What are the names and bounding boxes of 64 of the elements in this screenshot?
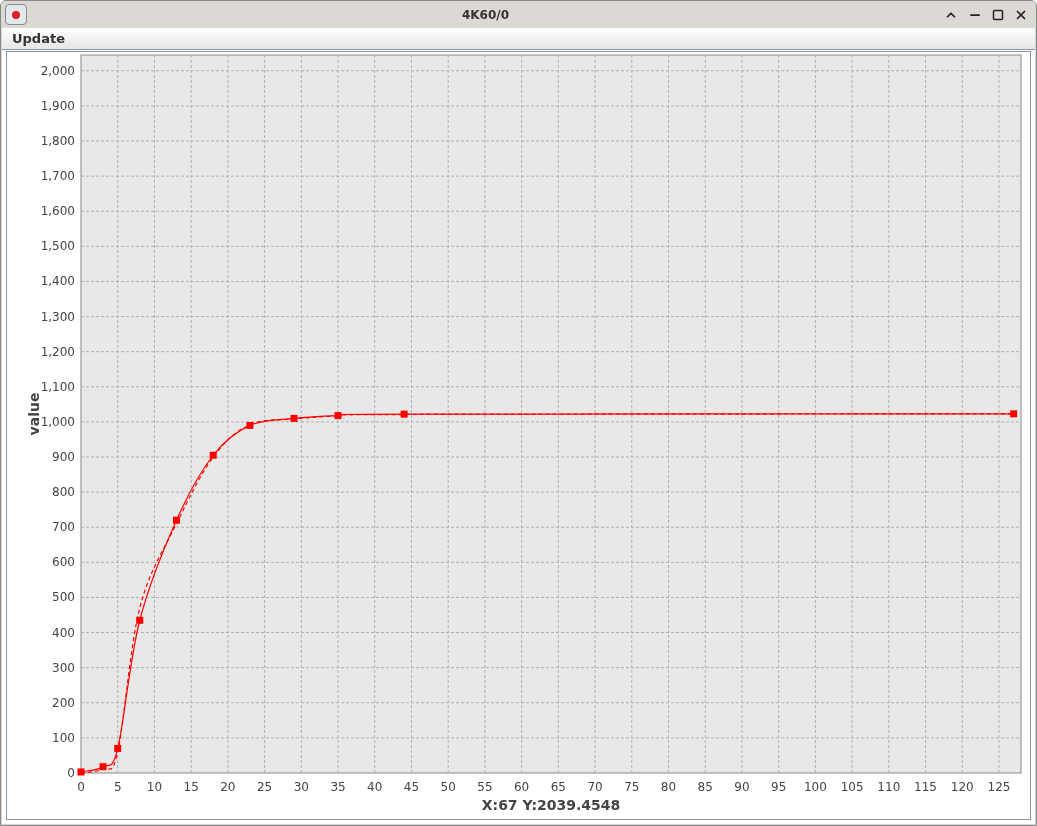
x-tick-label: 65 xyxy=(550,780,566,794)
y-tick-label: 1,000 xyxy=(40,414,75,429)
y-tick-label: 600 xyxy=(52,555,75,570)
y-tick-label: 800 xyxy=(52,485,75,500)
y-tick-label: 400 xyxy=(52,625,75,640)
x-tick-label: 110 xyxy=(877,780,901,794)
x-tick-label: 80 xyxy=(660,780,677,794)
y-tick-label: 700 xyxy=(52,520,75,535)
data-point-marker xyxy=(290,414,298,422)
cursor-coordinates: X:67 Y:2039.4548 xyxy=(481,797,621,813)
x-tick-label: 85 xyxy=(697,780,713,794)
y-tick-label: 0 xyxy=(67,766,75,780)
y-axis-label: value xyxy=(26,392,42,436)
data-point-marker xyxy=(400,410,408,418)
x-tick-label: 50 xyxy=(440,780,456,794)
data-point-marker xyxy=(334,412,342,420)
y-tick-label: 100 xyxy=(52,730,75,745)
x-tick-label: 100 xyxy=(803,780,827,794)
x-tick-label: 115 xyxy=(914,780,937,794)
x-tick-label: 125 xyxy=(987,780,1011,794)
data-point-marker xyxy=(1010,410,1018,418)
y-tick-label: 900 xyxy=(52,450,75,464)
y-tick-label: 500 xyxy=(52,590,75,605)
y-tick-label: 300 xyxy=(52,660,75,675)
x-tick-label: 55 xyxy=(477,780,493,794)
x-tick-label: 95 xyxy=(771,780,787,794)
x-tick-label: 70 xyxy=(587,780,603,794)
data-point-marker xyxy=(136,616,144,624)
data-point-marker xyxy=(246,421,254,429)
x-tick-label: 10 xyxy=(146,780,163,794)
y-tick-label: 1,400 xyxy=(40,274,75,289)
x-tick-label: 0 xyxy=(77,780,85,794)
x-tick-label: 25 xyxy=(256,780,273,794)
x-tick-label: 15 xyxy=(183,780,199,794)
y-tick-label: 1,800 xyxy=(40,134,75,148)
x-tick-label: 30 xyxy=(293,780,309,794)
y-tick-label: 1,200 xyxy=(40,344,75,359)
y-tick-label: 2,000 xyxy=(40,63,75,78)
x-tick-label: 45 xyxy=(403,780,420,794)
x-tick-label: 5 xyxy=(113,780,122,794)
app-icon xyxy=(5,4,27,25)
y-tick-label: 200 xyxy=(52,695,75,710)
data-point-marker xyxy=(99,763,107,771)
y-tick-label: 1,700 xyxy=(40,169,75,184)
y-tick-label: 1,100 xyxy=(40,379,75,394)
x-tick-label: 120 xyxy=(950,780,974,794)
x-tick-label: 20 xyxy=(220,780,236,794)
data-point-marker xyxy=(209,451,217,459)
maximize-icon[interactable] xyxy=(992,8,1004,21)
y-tick-label: 1,300 xyxy=(40,309,75,324)
menu-item[interactable]: Update xyxy=(7,28,70,49)
x-tick-label: 35 xyxy=(330,780,346,794)
y-tick-label: 1,500 xyxy=(40,239,75,254)
data-point-marker xyxy=(77,768,85,776)
x-tick-label: 75 xyxy=(624,780,640,794)
x-tick-label: 60 xyxy=(514,780,530,794)
window-title: 4K60/0 xyxy=(460,6,511,24)
x-tick-label: 40 xyxy=(367,780,383,794)
y-tick-label: 1,600 xyxy=(40,204,75,219)
x-tick-label: 105 xyxy=(840,780,864,794)
x-tick-label: 90 xyxy=(734,780,750,794)
y-tick-label: 1,900 xyxy=(40,98,75,113)
data-point-marker xyxy=(172,516,180,524)
data-point-marker xyxy=(114,744,122,752)
